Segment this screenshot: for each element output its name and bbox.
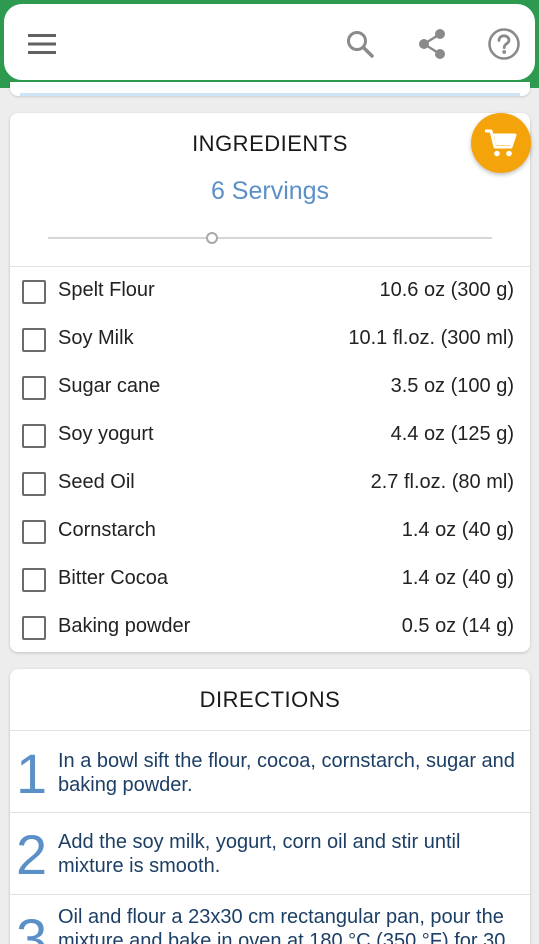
share-button[interactable] (412, 24, 452, 64)
step-text: In a bowl sift the flour, cocoa, cornsta… (58, 750, 515, 796)
help-icon (488, 28, 520, 60)
ingredient-row[interactable]: Spelt Flour 10.6 oz (300 g) (10, 268, 530, 316)
ingredient-row[interactable]: Cornstarch 1.4 oz (40 g) (10, 508, 530, 556)
directions-title: DIRECTIONS (199, 687, 341, 712)
previous-card-edge (10, 82, 530, 96)
ingredient-checkbox[interactable] (22, 376, 46, 400)
servings-slider[interactable] (48, 237, 492, 239)
step-number: 1 (16, 742, 48, 805)
ingredient-row[interactable]: Soy yogurt 4.4 oz (125 g) (10, 412, 530, 460)
directions-card: DIRECTIONS 1 In a bowl sift the flour, c… (10, 669, 530, 944)
menu-button[interactable] (22, 24, 62, 64)
ingredient-checkbox[interactable] (22, 568, 46, 592)
ingredient-quantity: 10.1 fl.oz. (300 ml) (348, 327, 514, 349)
ingredient-row[interactable]: Seed Oil 2.7 fl.oz. (80 ml) (10, 460, 530, 508)
shopping-cart-icon (485, 129, 517, 157)
ingredient-quantity: 4.4 oz (125 g) (390, 423, 514, 445)
ingredient-name: Seed Oil (58, 471, 135, 493)
help-button[interactable] (484, 24, 524, 64)
step-number: 2 (16, 823, 48, 886)
ingredients-card: INGREDIENTS 6 Servings Spelt Flour 10.6 o… (10, 113, 530, 652)
search-icon (347, 31, 374, 58)
ingredient-checkbox[interactable] (22, 328, 46, 352)
step-text: Add the soy milk, yogurt, corn oil and s… (58, 831, 461, 877)
ingredient-quantity: 1.4 oz (40 g) (401, 519, 514, 541)
search-button[interactable] (340, 24, 380, 64)
ingredient-name: Cornstarch (58, 519, 156, 541)
ingredient-row[interactable]: Bitter Cocoa 1.4 oz (40 g) (10, 556, 530, 604)
direction-step: 3 Oil and flour a 23x30 cm rectangular p… (10, 895, 530, 944)
app-toolbar (2, 2, 537, 82)
ingredient-quantity: 10.6 oz (300 g) (379, 279, 514, 301)
ingredient-checkbox[interactable] (22, 520, 46, 544)
add-to-cart-button[interactable] (471, 113, 531, 173)
ingredient-name: Spelt Flour (58, 279, 155, 301)
ingredients-divider (10, 266, 530, 267)
servings-label: 6 Servings (210, 177, 330, 205)
ingredient-quantity: 3.5 oz (100 g) (390, 375, 514, 397)
direction-step: 1 In a bowl sift the flour, cocoa, corns… (10, 731, 530, 811)
ingredient-quantity: 1.4 oz (40 g) (401, 567, 514, 589)
ingredient-checkbox[interactable] (22, 472, 46, 496)
ingredient-row[interactable]: Soy Milk 10.1 fl.oz. (300 ml) (10, 316, 530, 364)
step-number: 3 (16, 907, 48, 944)
direction-step: 2 Add the soy milk, yogurt, corn oil and… (10, 813, 530, 893)
ingredient-name: Sugar cane (58, 375, 161, 397)
step-text: Oil and flour a 23x30 cm rectangular pan… (58, 906, 506, 944)
ingredient-checkbox[interactable] (22, 424, 46, 448)
ingredient-name: Baking powder (58, 615, 191, 637)
ingredient-row[interactable]: Sugar cane 3.5 oz (100 g) (10, 364, 530, 412)
ingredients-title: INGREDIENTS (192, 131, 348, 156)
ingredient-quantity: 2.7 fl.oz. (80 ml) (370, 471, 514, 493)
servings-slider-thumb[interactable] (206, 232, 219, 244)
ingredient-name: Bitter Cocoa (58, 567, 169, 589)
ingredient-row[interactable]: Baking powder 0.5 oz (14 g) (10, 604, 530, 652)
ingredient-checkbox[interactable] (22, 280, 46, 304)
previous-card-divider (20, 93, 520, 96)
ingredient-name: Soy Milk (58, 327, 134, 349)
share-icon (419, 29, 445, 59)
menu-icon (28, 34, 56, 54)
ingredient-name: Soy yogurt (58, 423, 154, 445)
ingredient-quantity: 0.5 oz (14 g) (401, 615, 514, 637)
ingredient-checkbox[interactable] (22, 616, 46, 640)
